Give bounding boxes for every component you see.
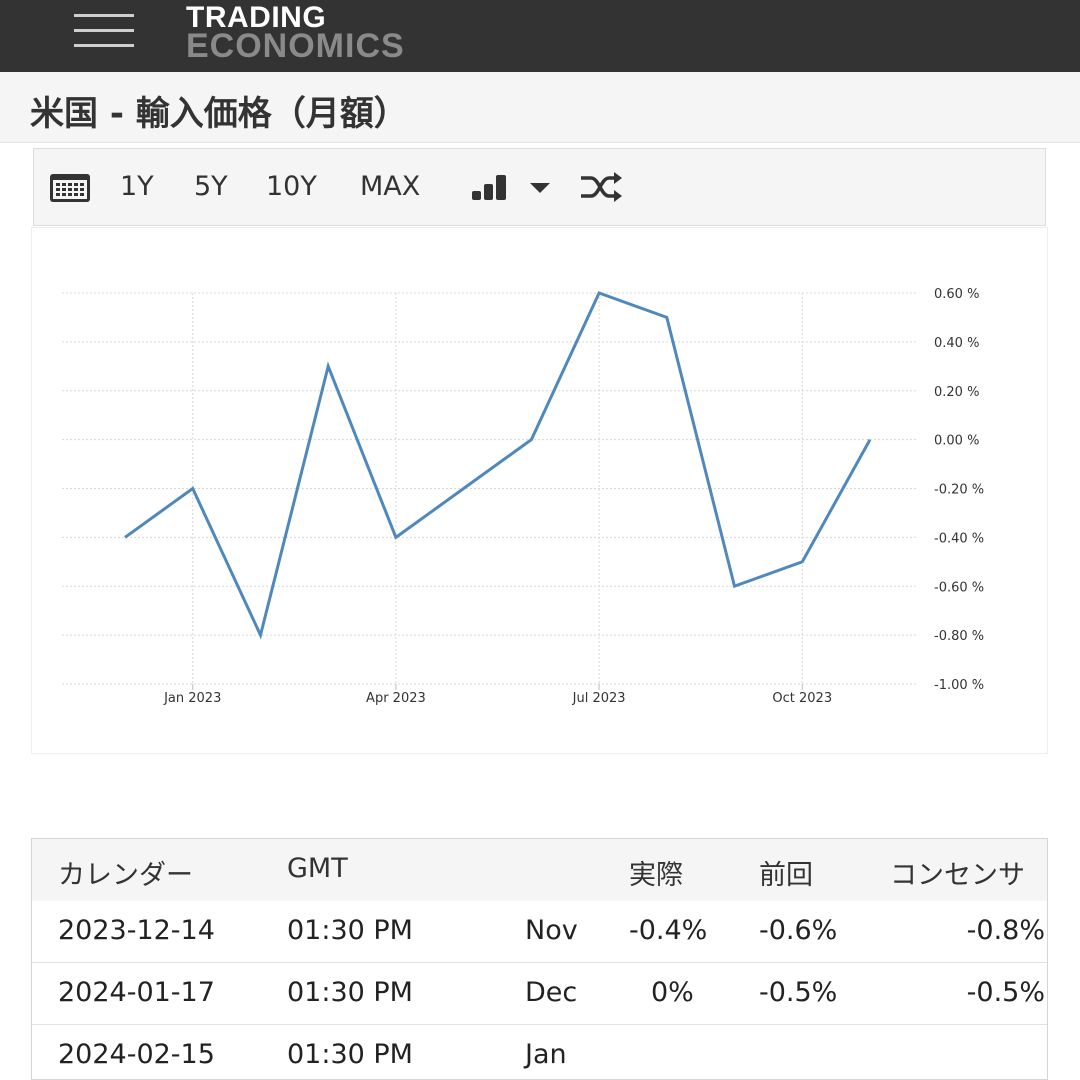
range-1y-button[interactable]: 1Y (120, 171, 154, 202)
row-period: Nov (525, 915, 578, 946)
y-tick-label: -0.60 % (934, 580, 984, 595)
row-period: Dec (525, 977, 578, 1008)
dropdown-caret-icon[interactable] (529, 182, 551, 194)
row-actual: 0% (651, 977, 694, 1008)
row-time: 01:30 PM (287, 1039, 413, 1070)
x-tick-label: Jan 2023 (163, 691, 221, 706)
x-tick-label: Oct 2023 (772, 691, 832, 706)
header-actual: 実際 (629, 860, 683, 891)
series-line (124, 291, 872, 640)
logo-line2: ECONOMICS (186, 27, 405, 65)
y-tick-label: 0.00 % (934, 434, 979, 449)
site-logo[interactable]: TRADING ECONOMICS (186, 3, 405, 65)
table-row: 2024-02-15 01:30 PM Jan (32, 1025, 1047, 1079)
y-tick-label: -0.40 % (934, 531, 984, 546)
y-tick-label: 0.40 % (934, 336, 979, 351)
row-period: Jan (525, 1039, 567, 1070)
y-tick-label: -0.80 % (934, 629, 984, 644)
row-consensus: -0.8% (966, 915, 1045, 946)
y-tick-label: 0.60 % (934, 287, 979, 302)
header-gmt: GMT (287, 853, 348, 884)
top-navbar: TRADING ECONOMICS (0, 0, 1080, 72)
range-max-button[interactable]: MAX (360, 171, 420, 202)
x-tick-label: Jul 2023 (572, 691, 626, 706)
bar-chart-icon[interactable] (471, 173, 509, 201)
y-tick-label: -0.20 % (934, 483, 984, 498)
row-previous: -0.6% (759, 915, 838, 946)
row-time: 01:30 PM (287, 915, 413, 946)
calendar-table: カレンダー GMT 実際 前回 コンセンサ 2023-12-14 01:30 P… (31, 838, 1048, 1080)
y-tick-label: 0.20 % (934, 385, 979, 400)
header-previous: 前回 (759, 860, 813, 891)
chart-toolbar: 1Y 5Y 10Y MAX (33, 148, 1046, 226)
hamburger-menu-icon[interactable] (74, 14, 136, 48)
x-tick-label: Apr 2023 (366, 691, 426, 706)
range-5y-button[interactable]: 5Y (194, 171, 228, 202)
page-title: 米国 - 輸入価格（月額） (30, 94, 408, 134)
row-actual: -0.4% (629, 915, 708, 946)
title-bar: 米国 - 輸入価格（月額） (0, 72, 1080, 143)
import-prices-line-chart: 0.60 % 0.40 % 0.20 % 0.00 % -0.20 % -0.40 % -0… (62, 287, 984, 706)
shuffle-icon[interactable] (579, 171, 623, 203)
chart-container: 0.60 % 0.40 % 0.20 % 0.00 % -0.20 % -0.40 % -0… (31, 227, 1048, 754)
row-time: 01:30 PM (287, 977, 413, 1008)
row-date: 2024-01-17 (58, 977, 215, 1008)
range-10y-button[interactable]: 10Y (266, 171, 317, 202)
row-date: 2024-02-15 (58, 1039, 215, 1070)
row-date: 2023-12-14 (58, 915, 215, 946)
row-previous: -0.5% (759, 977, 838, 1008)
header-calendar: カレンダー (58, 860, 193, 891)
calendar-table-header: カレンダー GMT 実際 前回 コンセンサ (32, 839, 1047, 902)
table-row: 2024-01-17 01:30 PM Dec 0% -0.5% -0.5% (32, 963, 1047, 1025)
header-consensus: コンセンサ (890, 860, 1025, 891)
calendar-icon[interactable] (49, 173, 91, 203)
table-row: 2023-12-14 01:30 PM Nov -0.4% -0.6% -0.8… (32, 901, 1047, 963)
row-consensus: -0.5% (966, 977, 1045, 1008)
y-tick-label: -1.00 % (934, 678, 984, 693)
